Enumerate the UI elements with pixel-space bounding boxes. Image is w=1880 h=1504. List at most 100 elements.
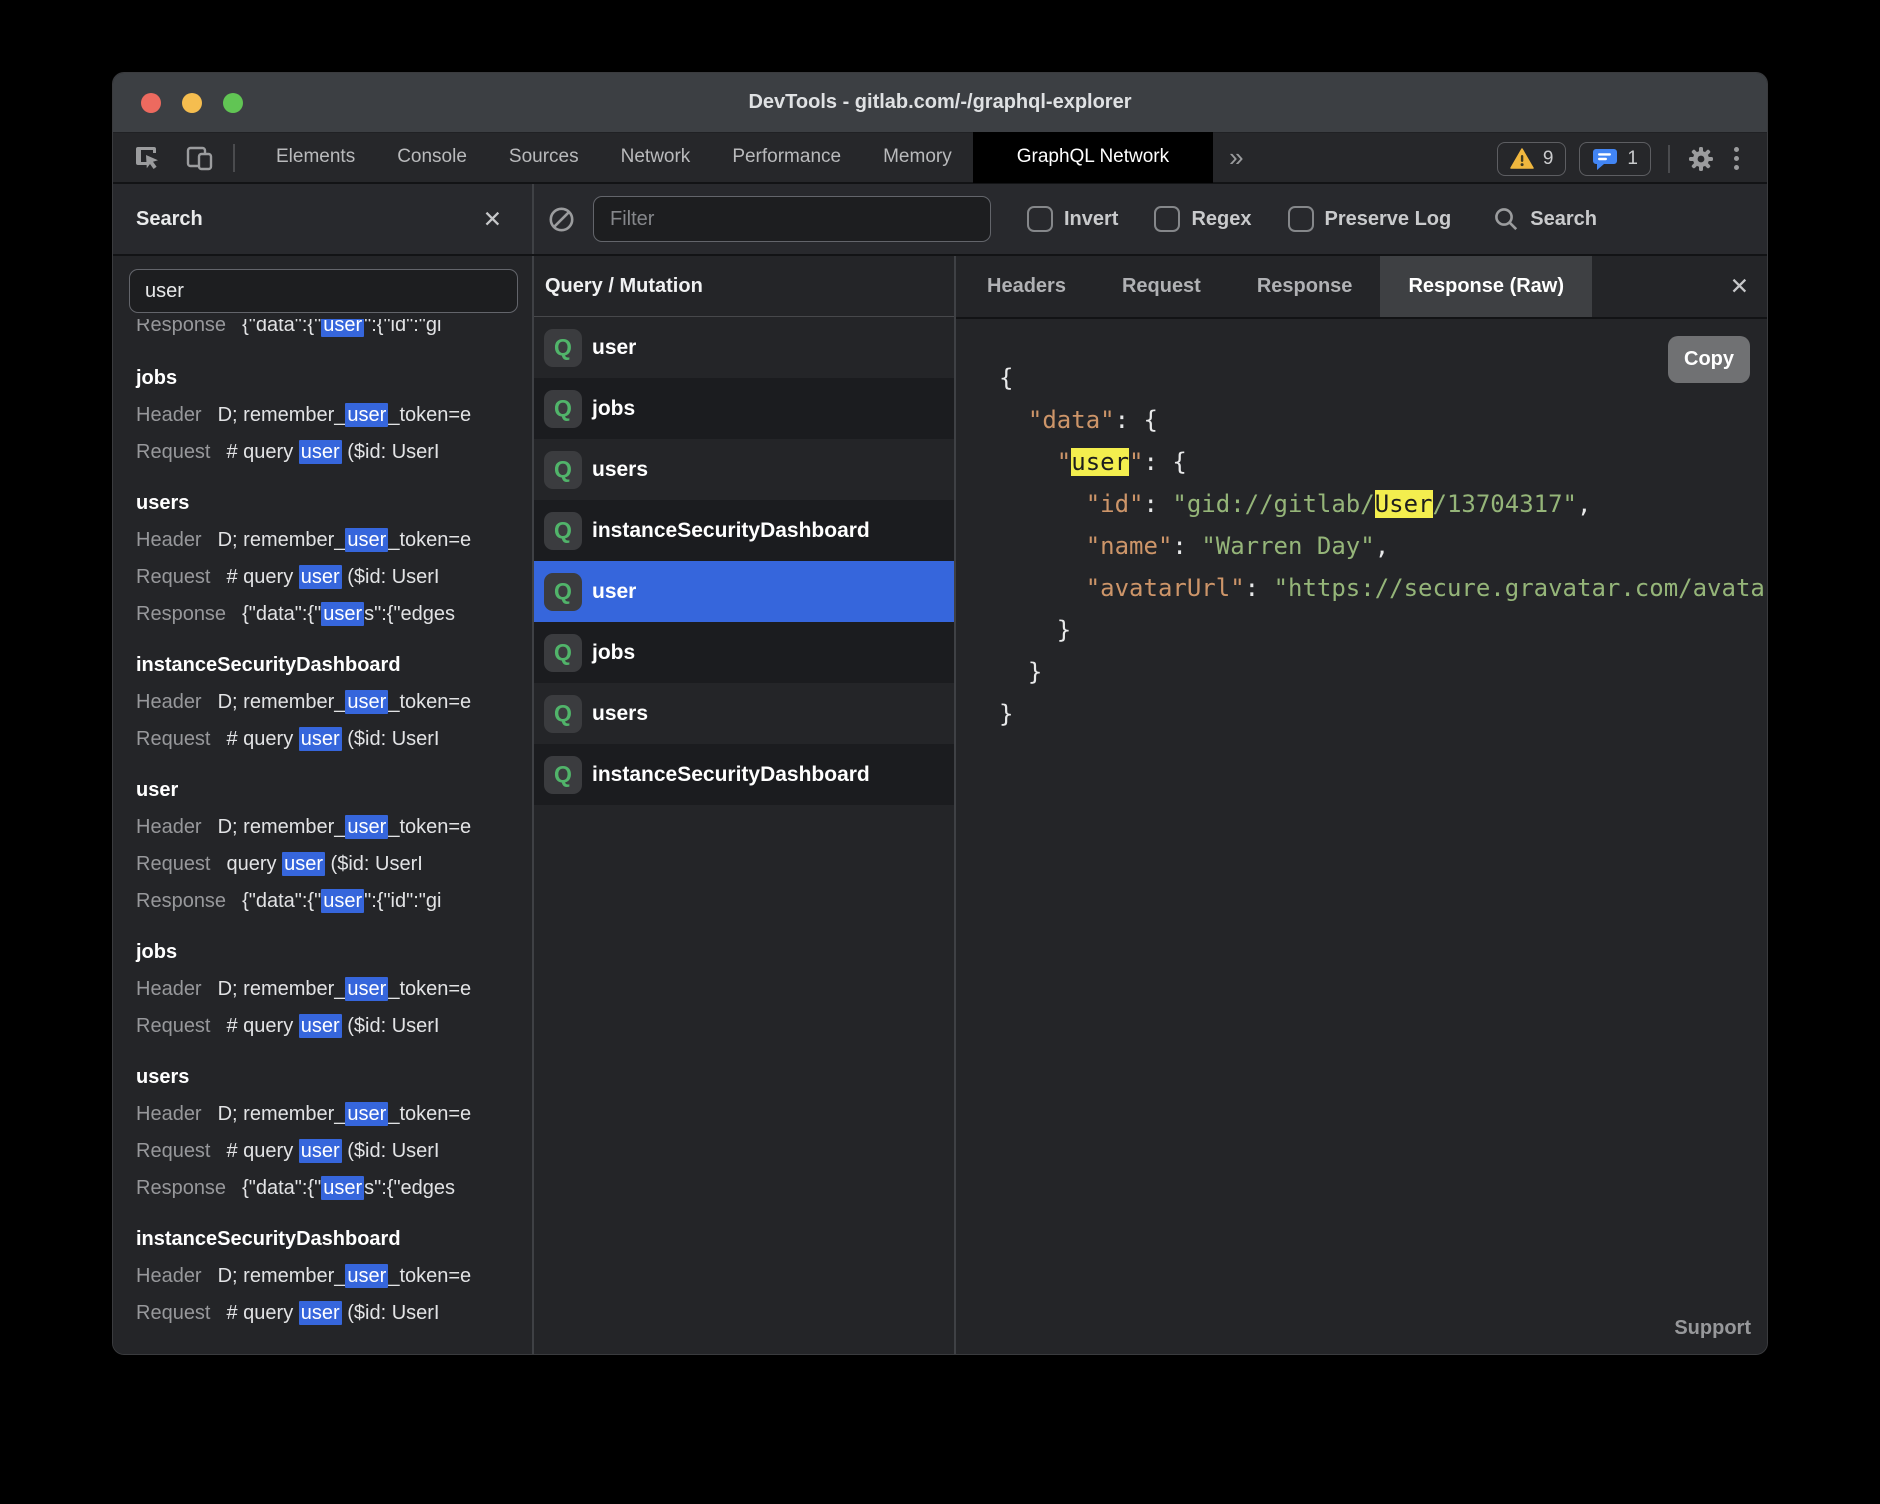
request-row-instancesecuritydashboard[interactable]: QinstanceSecurityDashboard [534,744,954,805]
minimize-button[interactable] [182,93,202,113]
json-punctuation [999,490,1086,518]
issues-badge[interactable]: 1 [1579,142,1651,176]
request-row-instancesecuritydashboard[interactable]: QinstanceSecurityDashboard [534,500,954,561]
search-pane-header: Search ✕ [113,184,534,254]
search-result-line-label: Request [136,1015,211,1037]
invert-checkbox[interactable] [1027,206,1053,232]
network-search-toggle[interactable]: Search [1493,206,1597,233]
json-string-value: "https://secure.gravatar.com/avatar [1274,574,1767,602]
search-result-line[interactable]: Response{"data":{"user":{"id":"gi [136,319,532,344]
json-punctuation: { [999,364,1013,392]
invert-checkbox-label: Invert [1064,208,1118,231]
search-result-line[interactable]: HeaderD; remember_user_token=e [136,522,532,559]
search-query-input[interactable] [129,269,518,313]
search-result-line[interactable]: Response{"data":{"users":{"edges [136,596,532,633]
json-line: } [999,651,1767,693]
search-result-line[interactable]: Request# query user ($id: UserI [136,1008,532,1045]
search-result-line[interactable]: Request# query user ($id: UserI [136,1133,532,1170]
search-result-line[interactable]: Requestquery user ($id: UserI [136,846,532,883]
search-result-text: ($id: UserI [342,1302,440,1324]
json-line: } [999,609,1767,651]
search-result-line[interactable]: Response{"data":{"user":{"id":"gi [136,883,532,920]
search-result-text: D; remember_ [218,816,346,838]
tab-memory[interactable]: Memory [862,132,973,183]
search-result-line[interactable]: Request# query user ($id: UserI [136,434,532,471]
detail-tab-response[interactable]: Response [1229,256,1381,317]
close-search-icon[interactable]: ✕ [483,208,502,231]
zoom-button[interactable] [223,93,243,113]
search-result-line[interactable]: HeaderD; remember_user_token=e [136,809,532,846]
close-button[interactable] [141,93,161,113]
search-result-line-label: Header [136,1265,202,1287]
window-titlebar[interactable]: DevTools - gitlab.com/-/graphql-explorer [113,73,1767,133]
tab-network[interactable]: Network [600,132,712,183]
tab-elements[interactable]: Elements [255,132,376,183]
request-name: users [592,702,648,726]
clipped-result-line: Response{"data":{"user":{"id":"gi [136,319,532,346]
more-options-icon[interactable] [1728,147,1745,170]
search-match-highlight: user [345,690,388,714]
json-punctuation: : { [1115,406,1158,434]
json-punctuation: : [1172,532,1201,560]
search-match-highlight: user [345,815,388,839]
search-result-line[interactable]: Response{"data":{"users":{"edges [136,1170,532,1207]
network-filter-input[interactable] [593,196,991,242]
search-match-highlight: user [299,1301,342,1325]
settings-gear-icon[interactable] [1687,145,1715,173]
warnings-badge[interactable]: 9 [1497,142,1567,176]
request-row-jobs[interactable]: Qjobs [534,378,954,439]
request-list-pane: Query / Mutation QuserQjobsQusersQinstan… [534,256,956,1354]
search-match-highlight: user [345,977,388,1001]
search-result-line-label: Request [136,728,211,750]
request-row-users[interactable]: Qusers [534,683,954,744]
detail-tab-response-raw[interactable]: Response (Raw) [1380,256,1592,317]
search-result-line[interactable]: HeaderD; remember_user_token=e [136,1258,532,1295]
request-row-user[interactable]: Quser [534,317,954,378]
search-result-line[interactable]: Request# query user ($id: UserI [136,1295,532,1332]
network-filter-bar: InvertRegexPreserve Log Search [534,184,1767,254]
regex-checkbox[interactable] [1154,206,1180,232]
json-punctuation: : { [1144,448,1187,476]
tab-console[interactable]: Console [376,132,488,183]
search-result-line-label: Header [136,404,202,426]
search-result-line-label: Response [136,603,226,625]
search-match-highlight: user [299,1014,342,1038]
search-result-line[interactable]: HeaderD; remember_user_token=e [136,971,532,1008]
request-name: users [592,458,648,482]
request-row-jobs[interactable]: Qjobs [534,622,954,683]
json-line: "data": { [999,399,1767,441]
search-match-highlight: user [282,852,325,876]
more-tabs-icon[interactable]: » [1217,133,1255,182]
search-result-line[interactable]: HeaderD; remember_user_token=e [136,684,532,721]
copy-button[interactable]: Copy [1668,336,1750,383]
tab-sources[interactable]: Sources [488,132,600,183]
clear-icon[interactable] [548,206,575,233]
search-result-line[interactable]: HeaderD; remember_user_token=e [136,1096,532,1133]
search-match-highlight: user [345,1264,388,1288]
search-match-highlight: user [1071,448,1129,476]
search-result-line[interactable]: Request# query user ($id: UserI [136,559,532,596]
preserve-log-checkbox[interactable] [1288,206,1314,232]
request-name: jobs [592,397,635,421]
json-punctuation: } [999,658,1042,686]
support-link[interactable]: Support [1674,1317,1751,1340]
search-result-text: # query [227,728,299,750]
json-punctuation: } [999,616,1071,644]
search-result-line[interactable]: HeaderD; remember_user_token=e [136,397,532,434]
request-list-header: Query / Mutation [534,256,954,317]
device-toolbar-icon[interactable] [185,143,215,173]
search-match-highlight: user [321,602,364,626]
close-details-icon[interactable]: ✕ [1730,256,1749,317]
tab-performance[interactable]: Performance [711,132,862,183]
search-results-list: Response{"data":{"user":{"id":"gijobsHea… [113,319,532,1332]
tab-graphql-network[interactable]: GraphQL Network [973,132,1213,183]
detail-tab-request[interactable]: Request [1094,256,1229,317]
detail-tab-headers[interactable]: Headers [959,256,1094,317]
query-type-badge: Q [544,390,582,428]
inspect-element-icon[interactable] [133,143,163,173]
search-results-pane: Response{"data":{"user":{"id":"gijobsHea… [113,256,534,1354]
request-row-user[interactable]: Quser [534,561,954,622]
search-result-line-label: Request [136,566,211,588]
search-result-line[interactable]: Request# query user ($id: UserI [136,721,532,758]
request-row-users[interactable]: Qusers [534,439,954,500]
